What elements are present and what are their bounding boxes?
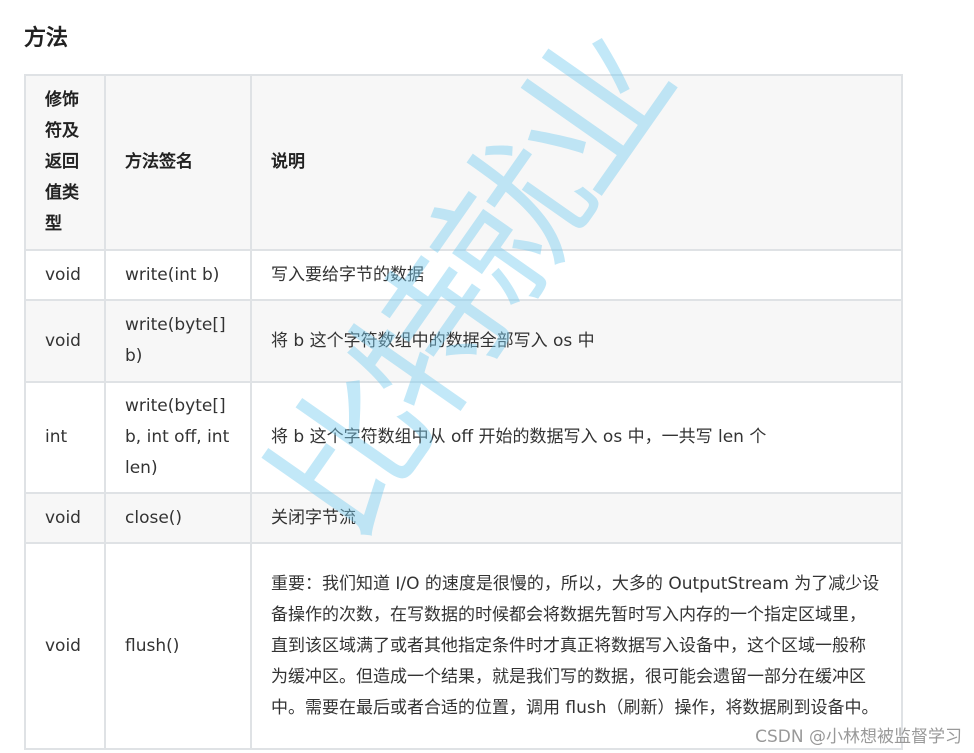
header-return-type: 修饰符及返回值类型 bbox=[24, 74, 106, 251]
cell-type: void bbox=[24, 249, 106, 301]
table-header-row: 修饰符及返回值类型 方法签名 说明 bbox=[24, 74, 903, 251]
table-row: void write(byte[] b) 将 b 这个字符数组中的数据全部写入 … bbox=[24, 299, 903, 383]
cell-type: void bbox=[24, 299, 106, 383]
cell-description: 关闭字节流 bbox=[250, 492, 903, 544]
cell-description: 重要：我们知道 I/O 的速度是很慢的，所以，大多的 OutputStream … bbox=[250, 542, 903, 750]
cell-signature: close() bbox=[104, 492, 252, 544]
table-row: void flush() 重要：我们知道 I/O 的速度是很慢的，所以，大多的 … bbox=[24, 542, 903, 750]
cell-type: int bbox=[24, 381, 106, 494]
cell-signature: write(int b) bbox=[104, 249, 252, 301]
cell-description: 将 b 这个字符数组中的数据全部写入 os 中 bbox=[250, 299, 903, 383]
cell-type: void bbox=[24, 492, 106, 544]
table-row: void write(int b) 写入要给字节的数据 bbox=[24, 249, 903, 301]
cell-signature: write(byte[] b, int off, int len) bbox=[104, 381, 252, 494]
cell-type: void bbox=[24, 542, 106, 750]
cell-description: 写入要给字节的数据 bbox=[250, 249, 903, 301]
table-row: void close() 关闭字节流 bbox=[24, 492, 903, 544]
csdn-credit: CSDN @小林想被监督学习 bbox=[755, 727, 962, 747]
header-description: 说明 bbox=[250, 74, 903, 251]
header-signature: 方法签名 bbox=[104, 74, 252, 251]
cell-signature: write(byte[] b) bbox=[104, 299, 252, 383]
methods-table: 修饰符及返回值类型 方法签名 说明 void write(int b) 写入要给… bbox=[24, 74, 903, 750]
table-row: int write(byte[] b, int off, int len) 将 … bbox=[24, 381, 903, 494]
section-title: 方法 bbox=[24, 26, 69, 51]
cell-signature: flush() bbox=[104, 542, 252, 750]
cell-description: 将 b 这个字符数组中从 off 开始的数据写入 os 中，一共写 len 个 bbox=[250, 381, 903, 494]
